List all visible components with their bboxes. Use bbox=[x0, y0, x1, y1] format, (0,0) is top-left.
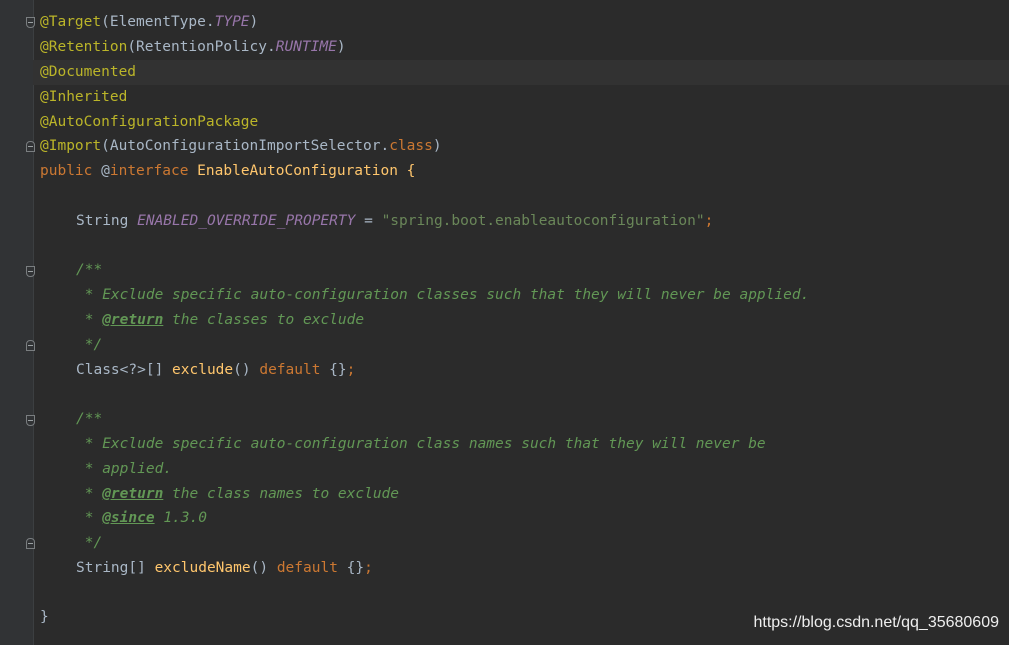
doc-comment: * bbox=[76, 486, 103, 502]
code-line[interactable]: * Exclude specific auto-configuration cl… bbox=[40, 432, 1009, 457]
closing-brace: } bbox=[40, 609, 49, 625]
editor-gutter[interactable] bbox=[0, 0, 35, 645]
interface-name: EnableAutoConfiguration { bbox=[188, 163, 416, 179]
type-name: String bbox=[76, 213, 138, 229]
code-text: (RetentionPolicy. bbox=[127, 39, 276, 55]
annotation: @Documented bbox=[40, 64, 137, 80]
code-line[interactable]: /** bbox=[40, 407, 1009, 432]
fold-start-icon[interactable] bbox=[26, 17, 35, 28]
code-text: = bbox=[355, 213, 382, 229]
semicolon: ; bbox=[346, 362, 356, 378]
method-name: exclude bbox=[172, 362, 234, 378]
doc-comment: /** bbox=[76, 411, 103, 427]
doc-comment: the classes to exclude bbox=[163, 312, 365, 328]
annotation: @Inherited bbox=[40, 89, 128, 105]
doc-tag: @since bbox=[102, 510, 155, 526]
static-constant: RUNTIME bbox=[275, 39, 337, 55]
code-line[interactable]: * @since 1.3.0 bbox=[40, 506, 1009, 531]
code-line[interactable]: /** bbox=[40, 258, 1009, 283]
fold-end-icon[interactable] bbox=[26, 141, 35, 152]
current-code-line[interactable]: @Documented bbox=[33, 60, 1009, 85]
semicolon: ; bbox=[704, 213, 714, 229]
code-line[interactable]: @Import(AutoConfigurationImportSelector.… bbox=[40, 134, 1009, 159]
fold-end-icon[interactable] bbox=[26, 340, 35, 351]
doc-comment: 1.3.0 bbox=[154, 510, 207, 526]
doc-tag: @return bbox=[102, 312, 164, 328]
doc-tag: @return bbox=[102, 486, 164, 502]
static-constant: TYPE bbox=[214, 14, 250, 30]
code-text: ) bbox=[432, 138, 442, 154]
doc-comment: * bbox=[76, 312, 103, 328]
keyword: interface bbox=[109, 163, 189, 179]
annotation: @AutoConfigurationPackage bbox=[40, 114, 259, 130]
fold-start-icon[interactable] bbox=[26, 266, 35, 277]
keyword: default bbox=[276, 560, 338, 576]
code-line[interactable]: @AutoConfigurationPackage bbox=[40, 110, 1009, 135]
code-line[interactable]: * applied. bbox=[40, 457, 1009, 482]
doc-comment: /** bbox=[76, 262, 103, 278]
code-line[interactable]: */ bbox=[40, 531, 1009, 556]
static-constant: ENABLED_OVERRIDE_PROPERTY bbox=[137, 213, 356, 229]
annotation: @Import bbox=[40, 138, 102, 154]
code-text: (ElementType. bbox=[101, 14, 215, 30]
semicolon: ; bbox=[364, 560, 373, 576]
annotation: @Target bbox=[40, 14, 102, 30]
code-text: (AutoConfigurationImportSelector. bbox=[101, 138, 390, 154]
code-text: {} bbox=[320, 362, 347, 378]
type-name: String[] bbox=[76, 560, 155, 576]
fold-start-icon[interactable] bbox=[26, 415, 35, 426]
keyword: default bbox=[259, 362, 321, 378]
string-literal: "spring.boot.enableautoconfiguration" bbox=[381, 213, 705, 229]
keyword: class bbox=[389, 138, 433, 154]
method-name: excludeName bbox=[154, 560, 251, 576]
code-line[interactable]: * Exclude specific auto-configuration cl… bbox=[40, 283, 1009, 308]
code-line[interactable]: * @return the classes to exclude bbox=[40, 308, 1009, 333]
code-text: ) bbox=[249, 14, 259, 30]
code-editor[interactable]: @Target(ElementType.TYPE) @Retention(Ret… bbox=[0, 0, 1009, 645]
code-text: ) bbox=[336, 39, 346, 55]
code-text: () bbox=[233, 362, 260, 378]
doc-comment: * bbox=[76, 510, 103, 526]
doc-comment: * applied. bbox=[76, 461, 173, 477]
doc-comment: * Exclude specific auto-configuration cl… bbox=[76, 436, 766, 452]
code-line[interactable]: String ENABLED_OVERRIDE_PROPERTY = "spri… bbox=[40, 209, 1009, 234]
code-line[interactable]: @Retention(RetentionPolicy.RUNTIME) bbox=[40, 35, 1009, 60]
keyword: public bbox=[40, 163, 93, 179]
code-line[interactable]: Class<?>[] exclude() default {}; bbox=[40, 358, 1009, 383]
code-line[interactable]: public @interface EnableAutoConfiguratio… bbox=[40, 159, 1009, 184]
code-line[interactable]: @Target(ElementType.TYPE) bbox=[40, 10, 1009, 35]
code-line[interactable]: String[] excludeName() default {}; bbox=[40, 556, 1009, 581]
code-text: @ bbox=[92, 163, 110, 179]
code-line[interactable]: */ bbox=[40, 333, 1009, 358]
type-name: Class<?>[] bbox=[76, 362, 173, 378]
code-line[interactable]: @Inherited bbox=[40, 85, 1009, 110]
fold-end-icon[interactable] bbox=[26, 538, 35, 549]
doc-comment: * Exclude specific auto-configuration cl… bbox=[76, 287, 810, 303]
code-text: () bbox=[250, 560, 277, 576]
code-line[interactable]: * @return the class names to exclude bbox=[40, 482, 1009, 507]
doc-comment: */ bbox=[76, 337, 103, 353]
doc-comment: */ bbox=[76, 535, 103, 551]
code-text: {} bbox=[337, 560, 365, 576]
doc-comment: the class names to exclude bbox=[163, 486, 400, 502]
watermark: https://blog.csdn.net/qq_35680609 bbox=[753, 614, 999, 631]
annotation: @Retention bbox=[40, 39, 128, 55]
